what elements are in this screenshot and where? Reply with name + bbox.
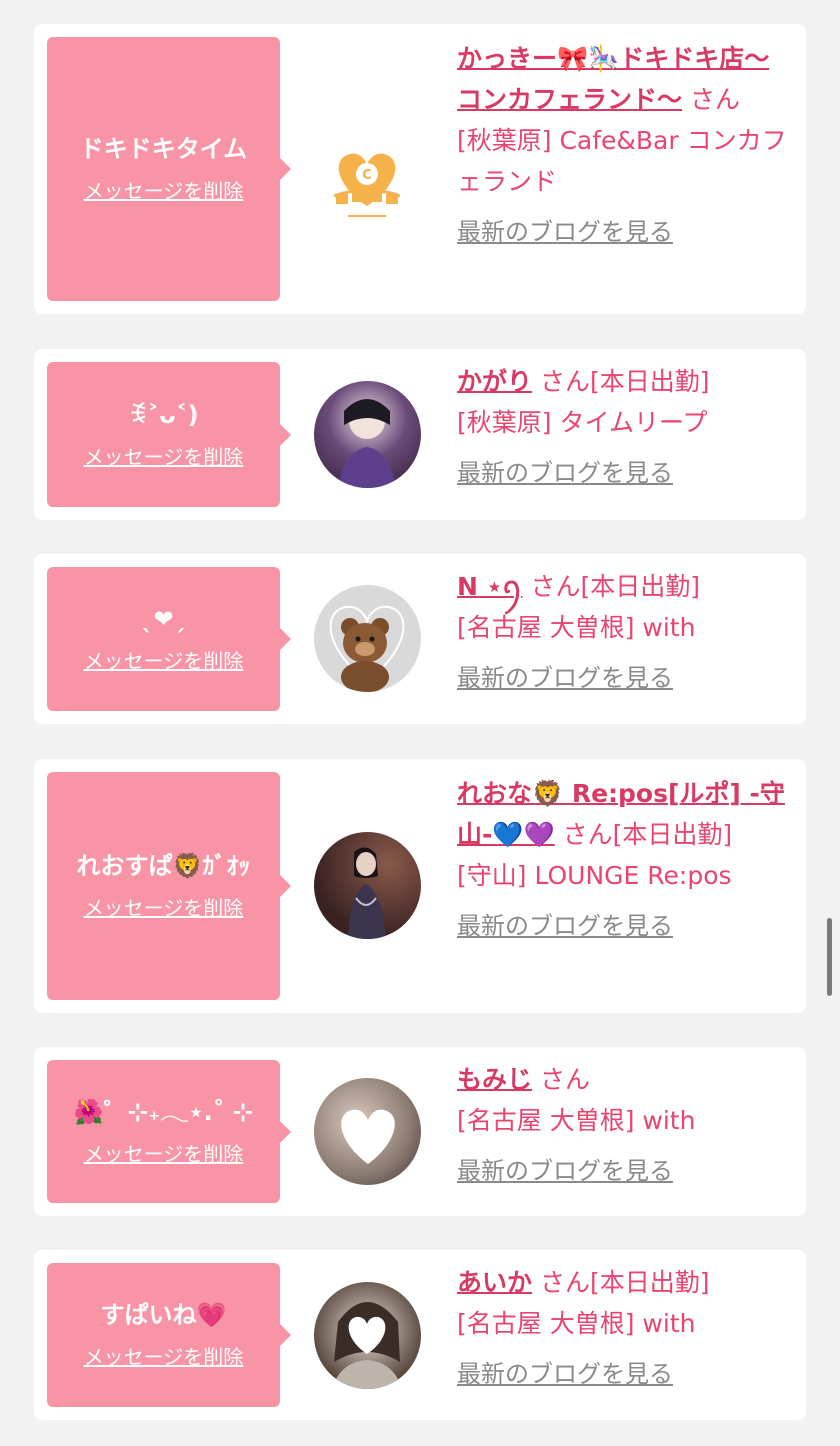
favorite-card: 🌺゜⊹₊𓂃⋆.˚ ⊹ メッセージを削除 もみじ さん [名古屋 大曽根] wit… <box>34 1047 806 1216</box>
latest-blog-link[interactable]: 最新のブログを見る <box>457 212 792 253</box>
shop-name: [名古屋 大曽根] with <box>457 613 696 642</box>
teddy-bear-photo-icon[interactable] <box>314 585 421 692</box>
message-text: 🌺゜⊹₊𓂃⋆.˚ ⊹ <box>73 1097 254 1126</box>
shop-name: [秋葉原] Cafe&Bar コンカフェランド <box>457 126 787 196</box>
cast-name-link[interactable]: もみじ <box>457 1065 532 1094</box>
cast-suffix: さん[本日出勤] <box>539 1268 710 1297</box>
profile-photo-icon[interactable] <box>314 381 421 488</box>
profile-photo-icon[interactable] <box>314 1282 421 1389</box>
message-bubble: すぱいね💗 メッセージを削除 <box>47 1263 291 1407</box>
latest-blog-link[interactable]: 最新のブログを見る <box>457 906 792 947</box>
cast-info: あいか さん[本日出勤] [名古屋 大曽根] with 最新のブログを見る <box>457 1262 792 1395</box>
delete-message-link[interactable]: メッセージを削除 <box>84 647 244 675</box>
favorites-page: { "cards": [ { "message": "ドキドキタイム", "de… <box>0 0 840 1446</box>
message-bubble: ˎ❤︎ˏ メッセージを削除 <box>47 567 291 711</box>
profile-photo-icon[interactable] <box>314 832 421 939</box>
message-bubble: ドキドキタイム メッセージを削除 <box>47 37 291 301</box>
cast-info: れおな🦁 Re:pos[ルポ] -守山-💙💜 さん[本日出勤] [守山] LOU… <box>457 773 792 947</box>
cast-suffix: さん[本日出勤] <box>539 367 710 396</box>
cast-suffix: さん[本日出勤] <box>562 820 733 849</box>
cast-suffix: さん[本日出勤] <box>530 572 700 601</box>
shop-name: [名古屋 大曽根] with <box>457 1106 696 1135</box>
latest-blog-link[interactable]: 最新のブログを見る <box>457 658 792 699</box>
delete-message-link[interactable]: メッセージを削除 <box>84 177 244 205</box>
cast-suffix: さん <box>539 1065 590 1094</box>
shop-name: [守山] LOUNGE Re:pos <box>457 861 732 890</box>
favorite-card: れおすぱ🦁ｶﾞｵｯ メッセージを削除 れおな🦁 Re:pos[ルポ] -守山-💙… <box>34 759 806 1013</box>
scrollbar[interactable] <box>827 918 832 996</box>
cast-name-link[interactable]: N ⋆ꪆ <box>457 572 523 601</box>
favorite-card: ꉂ˃ᴗ˂) メッセージを削除 かがり さん[本日出勤] [秋葉原] タイムリープ… <box>34 349 806 520</box>
cafe-land-logo-icon[interactable]: C <box>314 136 421 243</box>
delete-message-link[interactable]: メッセージを削除 <box>84 1140 244 1168</box>
latest-blog-link[interactable]: 最新のブログを見る <box>457 453 792 494</box>
message-text: すぱいね💗 <box>100 1301 227 1329</box>
favorite-card: すぱいね💗 メッセージを削除 あいか さん[本日出勤] [名古屋 大曽根] wi… <box>34 1250 806 1420</box>
cast-name-link[interactable]: あいか <box>457 1268 532 1297</box>
cast-name-link[interactable]: かがり <box>457 367 532 396</box>
cast-info: かっきー🎀🎠ドキドキ店〜コンカフェランド〜 さん [秋葉原] Cafe&Bar … <box>457 38 792 253</box>
delete-message-link[interactable]: メッセージを削除 <box>84 443 244 471</box>
svg-text:C: C <box>362 168 372 183</box>
cast-suffix: さん <box>689 85 740 114</box>
latest-blog-link[interactable]: 最新のブログを見る <box>457 1151 792 1192</box>
delete-message-link[interactable]: メッセージを削除 <box>84 894 244 922</box>
cast-info: もみじ さん [名古屋 大曽根] with 最新のブログを見る <box>457 1059 792 1192</box>
profile-photo-icon[interactable] <box>314 1078 421 1185</box>
shop-name: [秋葉原] タイムリープ <box>457 408 708 437</box>
message-text: ドキドキタイム <box>79 135 248 163</box>
message-text: ˎ❤︎ˏ <box>141 605 186 633</box>
latest-blog-link[interactable]: 最新のブログを見る <box>457 1354 792 1395</box>
cast-info: N ⋆ꪆ さん[本日出勤] [名古屋 大曽根] with 最新のブログを見る <box>457 566 792 699</box>
message-bubble: 🌺゜⊹₊𓂃⋆.˚ ⊹ メッセージを削除 <box>47 1060 291 1203</box>
favorite-card: ドキドキタイム メッセージを削除 C かっきー🎀🎠ドキドキ店〜コンカフェランド〜… <box>34 24 806 314</box>
message-text: ꉂ˃ᴗ˂) <box>128 400 199 429</box>
shop-name: [名古屋 大曽根] with <box>457 1309 696 1338</box>
favorite-card: ˎ❤︎ˏ メッセージを削除 N ⋆ꪆ さん[本日出勤] [名古屋 大曽根] wi… <box>34 554 806 724</box>
cast-info: かがり さん[本日出勤] [秋葉原] タイムリープ 最新のブログを見る <box>457 361 792 494</box>
delete-message-link[interactable]: メッセージを削除 <box>84 1343 244 1371</box>
message-bubble: ꉂ˃ᴗ˂) メッセージを削除 <box>47 362 291 507</box>
message-text: れおすぱ🦁ｶﾞｵｯ <box>76 852 251 880</box>
message-bubble: れおすぱ🦁ｶﾞｵｯ メッセージを削除 <box>47 772 291 1000</box>
